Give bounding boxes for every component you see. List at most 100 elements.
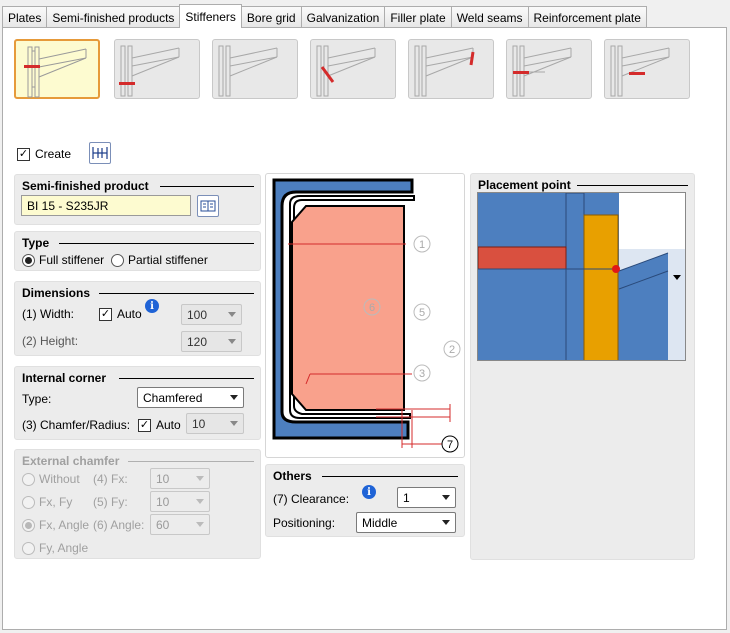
chamfer-radius-value: 10 <box>192 416 206 431</box>
stiffener-variant-2[interactable] <box>114 39 200 99</box>
group-divider <box>322 476 458 477</box>
stiffener-variant-icon <box>414 45 475 97</box>
stiffener-layout-button[interactable] <box>89 142 111 164</box>
chamfer-fxfy-radio[interactable] <box>22 495 35 509</box>
tab-galvanization[interactable]: Galvanization <box>300 6 385 28</box>
positioning-select[interactable]: Middle <box>356 512 456 533</box>
others-group: Others (7) Clearance: i 1 Positioning: M… <box>265 464 465 537</box>
create-checkbox[interactable]: ✓ <box>17 147 30 161</box>
chamfer-fyangle-option[interactable]: Fy, Angle <box>22 541 88 555</box>
info-icon[interactable]: i <box>362 485 376 499</box>
placement-point-group: Placement point <box>470 173 695 560</box>
chevron-down-icon <box>230 421 238 426</box>
partial-stiffener-label: Partial stiffener <box>128 253 208 267</box>
partial-stiffener-option[interactable]: Partial stiffener <box>111 253 208 267</box>
height-select[interactable]: 120 <box>181 331 242 352</box>
semi-finished-product-title: Semi-finished product <box>22 179 149 193</box>
external-chamfer-title: External chamfer <box>22 454 120 468</box>
stiffener-variant-5[interactable] <box>408 39 494 99</box>
stiffener-variant-icon <box>119 45 180 97</box>
width-auto-checkbox[interactable]: ✓ <box>99 307 112 321</box>
partial-stiffener-radio[interactable] <box>111 253 124 267</box>
fy-select[interactable]: 10 <box>150 491 210 512</box>
full-stiffener-radio[interactable] <box>22 253 35 267</box>
chevron-down-icon <box>196 522 204 527</box>
tab-bore-grid[interactable]: Bore grid <box>241 6 301 28</box>
stiffener-variant-icon <box>218 45 278 97</box>
type-title: Type <box>22 236 50 250</box>
semi-finished-product-field[interactable]: BI 15 - S235JR <box>21 195 191 216</box>
tab-semi-finished-products[interactable]: Semi-finished products <box>46 6 180 28</box>
fy-label: (5) Fy: <box>93 495 128 509</box>
positioning-label: Positioning: <box>273 516 336 530</box>
fy-value: 10 <box>156 494 170 509</box>
tab-stiffeners[interactable]: Stiffeners <box>179 4 242 28</box>
chamfer-auto-checkbox[interactable]: ✓ <box>138 418 151 432</box>
dimensions-title: Dimensions <box>22 286 91 300</box>
tab-plates[interactable]: Plates <box>2 6 47 28</box>
chamfer-fxfy-option[interactable]: Fx, Fy <box>22 495 72 509</box>
type-group: Type Full stiffener Partial stiffener <box>14 231 261 271</box>
tab-reinforcement-plate[interactable]: Reinforcement plate <box>527 6 647 28</box>
chamfer-auto-option[interactable]: ✓ Auto <box>138 418 181 432</box>
stiffener-variant-3[interactable] <box>212 39 298 99</box>
chamfer-fxangle-option[interactable]: Fx, Angle <box>22 518 89 532</box>
chamfer-radius-select[interactable]: 10 <box>186 413 244 434</box>
stiffener-variant-icon <box>512 45 572 97</box>
group-divider <box>160 186 254 187</box>
chamfer-without-option[interactable]: Without <box>22 472 80 486</box>
height-value: 120 <box>187 334 208 349</box>
width-select[interactable]: 100 <box>181 304 242 325</box>
chamfer-fxangle-label: Fx, Angle <box>39 518 90 532</box>
tab-weld-seams[interactable]: Weld seams <box>450 6 528 28</box>
chevron-down-icon <box>196 499 204 504</box>
stiffeners-panel: ✓ Create Semi-finished product BI 15 - S… <box>2 27 727 630</box>
corner-type-value: Chamfered <box>143 390 203 405</box>
clearance-info[interactable]: i <box>362 485 376 499</box>
stiffener-variant-icon <box>24 46 87 98</box>
group-divider <box>577 185 688 186</box>
angle-select[interactable]: 60 <box>150 514 210 535</box>
stiffener-variant-6[interactable] <box>506 39 592 99</box>
group-divider <box>119 378 254 379</box>
info-icon[interactable]: i <box>145 299 159 313</box>
width-auto-option[interactable]: ✓ Auto <box>99 307 142 321</box>
fx-label: (4) Fx: <box>93 472 128 486</box>
chevron-down-icon <box>442 520 450 525</box>
chamfer-radius-label: (3) Chamfer/Radius: <box>22 418 131 432</box>
chamfer-without-label: Without <box>39 472 80 486</box>
chamfer-fxangle-radio[interactable] <box>22 518 35 532</box>
tab-filler-plate[interactable]: Filler plate <box>384 6 451 28</box>
chamfer-fxfy-label: Fx, Fy <box>39 495 73 509</box>
dim-label-7: 7 <box>447 439 453 451</box>
stiffener-layout-icon <box>92 147 108 159</box>
stiffener-variant-1[interactable] <box>14 39 100 99</box>
semi-finished-product-group: Semi-finished product BI 15 - S235JR <box>14 174 261 225</box>
group-divider <box>59 243 254 244</box>
chevron-down-icon <box>230 395 238 400</box>
corner-type-select[interactable]: Chamfered <box>137 387 244 408</box>
stiffener-variant-7[interactable] <box>604 39 690 99</box>
chevron-down-icon <box>196 476 204 481</box>
positioning-value: Middle <box>362 515 398 530</box>
external-chamfer-group: External chamfer Without Fx, Fy Fx, Angl… <box>14 449 261 559</box>
clearance-select[interactable]: 1 <box>397 487 456 508</box>
chevron-down-icon <box>442 495 450 500</box>
placement-preview[interactable] <box>477 192 686 361</box>
dim-label-2: 2 <box>449 344 455 356</box>
fx-select[interactable]: 10 <box>150 468 210 489</box>
placement-point-title: Placement point <box>478 178 571 192</box>
width-info[interactable]: i <box>145 299 159 313</box>
full-stiffener-option[interactable]: Full stiffener <box>22 253 104 267</box>
fx-value: 10 <box>156 471 170 486</box>
stiffener-variant-icon <box>316 45 376 97</box>
dimensions-group: Dimensions (1) Width: ✓ Auto i 100 (2) H… <box>14 281 261 356</box>
full-stiffener-label: Full stiffener <box>39 253 105 267</box>
chamfer-without-radio[interactable] <box>22 472 35 486</box>
stiffener-variant-icon <box>610 45 670 97</box>
create-row: ✓ Create <box>17 147 71 161</box>
catalog-browse-button[interactable] <box>197 195 219 217</box>
chamfer-fyangle-radio[interactable] <box>22 541 35 555</box>
stiffener-variant-4[interactable] <box>310 39 396 99</box>
width-value: 100 <box>187 307 208 322</box>
